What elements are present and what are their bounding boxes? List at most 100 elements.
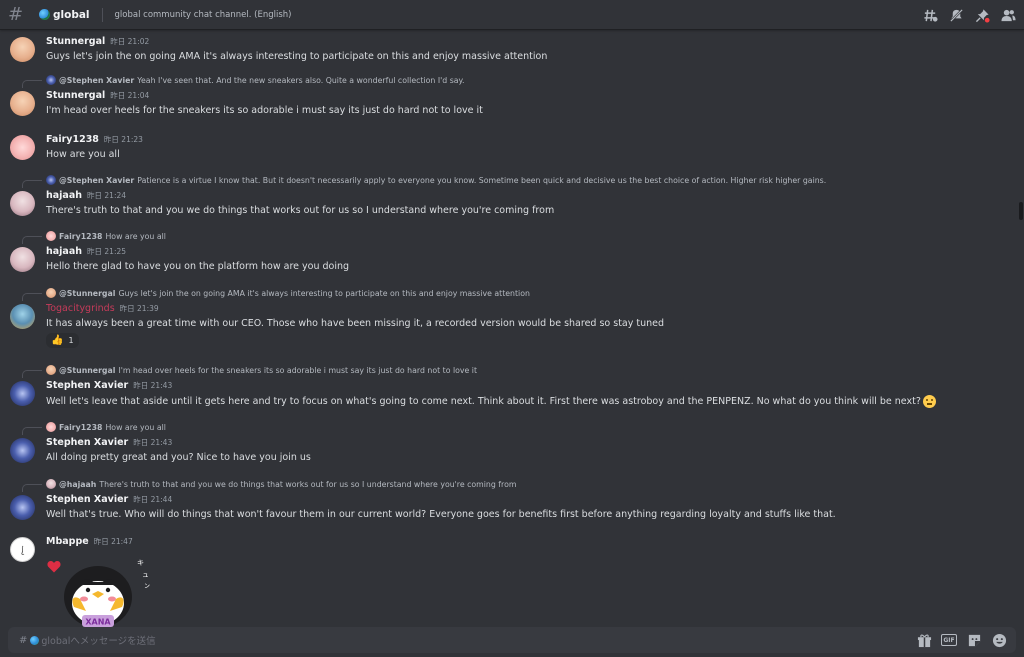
reply-avatar xyxy=(46,365,56,375)
reply-connector xyxy=(22,236,42,244)
message: @hajaah There's truth to that and you we… xyxy=(0,478,1010,522)
reply-preview[interactable]: Fairy1238 How are you all xyxy=(46,231,166,241)
message-text: It has always been a great time with our… xyxy=(46,318,665,329)
reply-avatar xyxy=(46,422,56,432)
members-icon[interactable] xyxy=(1000,7,1016,23)
reply-text: Patience is a virtue I know that. But it… xyxy=(137,175,827,185)
sticker-label: XANA xyxy=(85,618,111,627)
message-author[interactable]: Stunnergal 昨日 21:04 xyxy=(46,90,149,101)
reply-preview[interactable]: @Stunnergal Guys let's join the on going… xyxy=(46,288,530,298)
svg-text:ュ: ュ xyxy=(142,571,149,579)
message-text: Hello there glad to have you on the plat… xyxy=(46,261,350,272)
gift-icon[interactable] xyxy=(916,632,932,648)
reply-preview[interactable]: @hajaah There's truth to that and you we… xyxy=(46,479,516,489)
header-divider xyxy=(101,7,103,22)
message-text: Well let's leave that aside until it get… xyxy=(46,395,936,408)
avatar[interactable] xyxy=(10,135,35,160)
gif-label: GIF xyxy=(941,634,957,646)
message: Fairy1238 How are you all Stephen Xavier… xyxy=(0,421,1010,465)
gif-icon[interactable]: GIF xyxy=(941,632,957,648)
penguin-sticker[interactable]: XANA キ ュ ン xyxy=(60,555,155,630)
avatar[interactable] xyxy=(10,191,35,216)
reply-avatar xyxy=(46,288,56,298)
message-author[interactable]: hajaah 昨日 21:24 xyxy=(46,190,126,201)
reply-connector xyxy=(22,370,42,378)
message-author[interactable]: Mbappe 昨日 21:47 xyxy=(46,536,133,547)
avatar[interactable] xyxy=(10,381,35,406)
avatar[interactable] xyxy=(10,304,35,329)
message: Fairy1238 昨日 21:23 How are you all xyxy=(0,132,1010,162)
pin-icon[interactable] xyxy=(974,7,990,23)
message-author[interactable]: Togacitygrinds 昨日 21:39 xyxy=(46,303,159,314)
message-input[interactable]: globalへメッセージを送信 xyxy=(41,633,155,647)
input-toolbar: GIF xyxy=(916,632,1007,648)
message-input-bar[interactable]: # globalへメッセージを送信 GIF xyxy=(8,627,1016,653)
message-timestamp: 昨日 21:04 xyxy=(110,91,150,100)
message-list[interactable]: Stunnergal 昨日 21:02 Guys let's join the o… xyxy=(0,30,1024,628)
reply-author[interactable]: Fairy1238 xyxy=(59,423,102,432)
scrollbar-thumb[interactable] xyxy=(1019,202,1023,220)
svg-text:キ: キ xyxy=(137,559,144,567)
reply-author[interactable]: @Stunnergal xyxy=(59,289,115,298)
channel-name[interactable]: global xyxy=(53,9,90,21)
reply-preview[interactable]: @Stunnergal I'm head over heels for the … xyxy=(46,365,477,375)
message-author[interactable]: Stephen Xavier 昨日 21:43 xyxy=(46,437,172,448)
reply-connector xyxy=(22,427,42,435)
avatar-sketch-icon xyxy=(21,545,25,555)
message-author[interactable]: Stephen Xavier 昨日 21:43 xyxy=(46,380,172,391)
reply-author[interactable]: @Stephen Xavier xyxy=(59,176,134,185)
reply-avatar xyxy=(46,75,56,85)
message-author[interactable]: Fairy1238 昨日 21:23 xyxy=(46,134,143,145)
message-timestamp: 昨日 21:25 xyxy=(87,247,127,256)
channel-header: # global global community chat channel. … xyxy=(0,0,1024,30)
message-author[interactable]: hajaah 昨日 21:25 xyxy=(46,246,126,257)
avatar[interactable] xyxy=(10,91,35,116)
message-timestamp: 昨日 21:39 xyxy=(119,304,159,313)
globe-emoji-icon xyxy=(30,635,40,645)
reply-text: There's truth to that and you we do thin… xyxy=(99,479,517,489)
reaction-count: 1 xyxy=(68,336,74,345)
avatar[interactable] xyxy=(10,495,35,520)
message-text: I'm head over heels for the sneakers its… xyxy=(46,105,483,116)
message-timestamp: 昨日 21:43 xyxy=(133,381,173,390)
message-timestamp: 昨日 21:43 xyxy=(133,438,173,447)
message-timestamp: 昨日 21:44 xyxy=(133,495,173,504)
reply-connector xyxy=(22,180,42,188)
sticker-icon[interactable] xyxy=(966,632,982,648)
reply-author[interactable]: Fairy1238 xyxy=(59,232,102,241)
message: @Stunnergal Guys let's join the on going… xyxy=(0,287,1010,351)
svg-text:ン: ン xyxy=(144,583,150,590)
reply-avatar xyxy=(46,231,56,241)
reply-author[interactable]: @hajaah xyxy=(59,480,96,489)
mute-icon[interactable] xyxy=(948,7,964,23)
reply-author[interactable]: @Stephen Xavier xyxy=(59,76,134,85)
channel-topic[interactable]: global community chat channel. (English) xyxy=(115,10,292,20)
emoji-icon[interactable] xyxy=(991,632,1007,648)
avatar[interactable] xyxy=(10,247,35,272)
reply-preview[interactable]: @Stephen Xavier Yeah I've seen that. And… xyxy=(46,75,465,85)
reply-connector xyxy=(22,293,42,301)
reply-text: Yeah I've seen that. And the new sneaker… xyxy=(137,75,465,85)
reaction-thumbs-up[interactable]: 👍 1 xyxy=(46,333,79,348)
message: Stunnergal 昨日 21:02 Guys let's join the o… xyxy=(0,34,1010,64)
threads-icon[interactable] xyxy=(922,7,938,23)
avatar[interactable] xyxy=(10,438,35,463)
message: @Stephen Xavier Yeah I've seen that. And… xyxy=(0,74,1010,118)
avatar[interactable] xyxy=(10,537,35,562)
avatar[interactable] xyxy=(10,37,35,62)
message-text: How are you all xyxy=(46,149,120,160)
message-timestamp: 昨日 21:23 xyxy=(103,135,143,144)
reply-preview[interactable]: Fairy1238 How are you all xyxy=(46,422,166,432)
reply-author[interactable]: @Stunnergal xyxy=(59,366,115,375)
reply-text: How are you all xyxy=(105,422,166,432)
message-author[interactable]: Stephen Xavier 昨日 21:44 xyxy=(46,494,172,505)
message-timestamp: 昨日 21:24 xyxy=(87,191,127,200)
message: Fairy1238 How are you all hajaah 昨日 21:25… xyxy=(0,230,1010,274)
thumbs-up-icon: 👍 xyxy=(51,335,64,346)
message-author[interactable]: Stunnergal 昨日 21:02 xyxy=(46,36,149,47)
reply-connector xyxy=(22,484,42,492)
message-timestamp: 昨日 21:47 xyxy=(93,537,133,546)
reply-avatar xyxy=(46,175,56,185)
globe-emoji-icon xyxy=(39,9,50,20)
reply-preview[interactable]: @Stephen Xavier Patience is a virtue I k… xyxy=(46,175,826,185)
